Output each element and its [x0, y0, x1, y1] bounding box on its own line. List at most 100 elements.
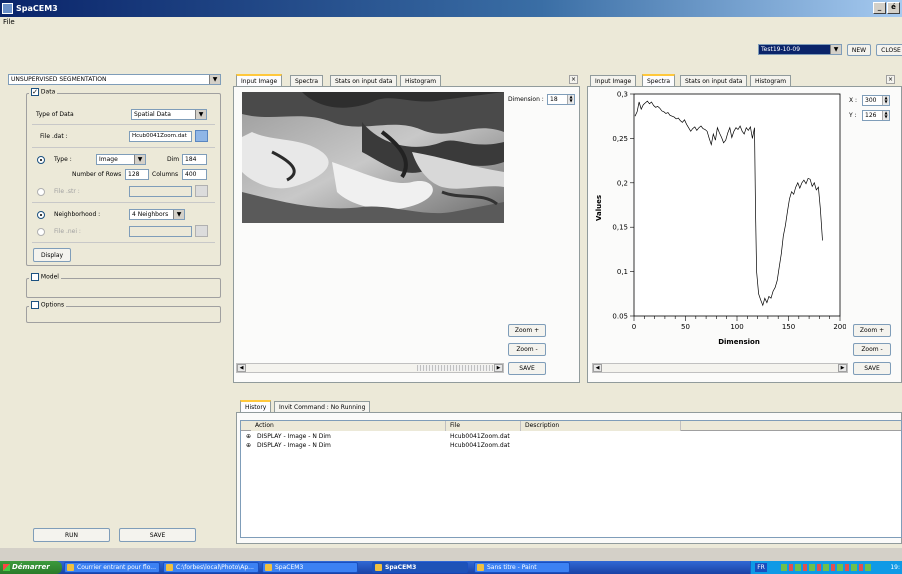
folder-browse-icon[interactable]: [195, 130, 208, 142]
x-coord-spinner[interactable]: 300 ▲ ▼: [862, 95, 890, 106]
scroll-left-icon[interactable]: ◀: [237, 364, 246, 372]
file-str-input[interactable]: [129, 186, 192, 197]
taskbar-item-folder[interactable]: C:\forbes\local\Photo\Ap...: [163, 562, 259, 573]
columns-label: Columns: [152, 171, 179, 178]
file-nei-radio[interactable]: [37, 228, 45, 236]
spinner-arrows-icon[interactable]: ▲ ▼: [567, 95, 574, 104]
column-header-description[interactable]: Description: [521, 421, 681, 431]
scroll-right-icon[interactable]: ▶: [494, 364, 503, 372]
folder-browse-icon[interactable]: [195, 185, 208, 197]
scroll-track: [417, 365, 493, 371]
x-tick-label: 50: [681, 323, 690, 331]
type-radio[interactable]: [37, 156, 45, 164]
y-coord-spinner[interactable]: 126 ▲ ▼: [862, 110, 890, 121]
taskbar-item-spacem3-active[interactable]: SpaCEM3: [372, 562, 468, 573]
taskbar-item-paint[interactable]: Sans titre - Paint: [474, 562, 570, 573]
taskbar-item-spacem3[interactable]: SpaCEM3: [262, 562, 358, 573]
restore-button[interactable]: é: [887, 2, 900, 14]
neighborhood-radio[interactable]: [37, 211, 45, 219]
type-select[interactable]: Image ▼: [96, 154, 146, 165]
spectra-save-button[interactable]: SAVE: [853, 362, 891, 375]
display-button[interactable]: Display: [33, 248, 71, 262]
column-header-action[interactable]: Action: [251, 421, 446, 431]
dim-label: Dim: [167, 156, 180, 163]
close-icon[interactable]: ×: [886, 75, 895, 84]
dim-input[interactable]: 184: [182, 154, 207, 165]
language-indicator[interactable]: FR: [755, 563, 767, 572]
chevron-down-icon: ▼: [195, 110, 206, 119]
neighborhood-select[interactable]: 4 Neighbors ▼: [129, 209, 185, 220]
type-of-data-label: Type of Data: [36, 111, 74, 118]
data-checkbox[interactable]: ✓: [31, 88, 39, 96]
options-group-label: Options: [40, 301, 65, 309]
client-area: Test19-10-09 ▼ NEW CLOSE UNSUPERVISED SE…: [0, 28, 902, 548]
tray-icons[interactable]: [781, 564, 871, 571]
chevron-down-icon: ▼: [173, 210, 184, 219]
y-tick-label: 0,15: [612, 224, 628, 232]
folder-icon: [166, 564, 173, 571]
new-button[interactable]: NEW: [847, 44, 871, 56]
close-icon[interactable]: ×: [569, 75, 578, 84]
model-group-header: Model: [29, 273, 61, 281]
spectra-horizontal-scrollbar[interactable]: ◀ ▶: [592, 363, 848, 373]
table-row[interactable]: ⊕ DISPLAY - Image - N Dim Hcub0041Zoom.d…: [243, 432, 893, 441]
dimension-spinner[interactable]: 18 ▲ ▼: [547, 94, 575, 105]
spectra-zoom-out-button[interactable]: Zoom -: [853, 343, 891, 356]
file-nei-label: File .nei :: [54, 228, 81, 235]
expand-plus-icon[interactable]: ⊕: [246, 441, 251, 450]
dimension-label: Dimension :: [508, 96, 544, 103]
model-group-label: Model: [40, 273, 59, 281]
taskbar-item-label: SpaCEM3: [275, 564, 304, 571]
divider: [32, 147, 215, 148]
start-label: Démarrer: [12, 563, 50, 571]
options-checkbox[interactable]: [31, 301, 39, 309]
rows-input[interactable]: 128: [125, 169, 149, 180]
columns-input[interactable]: 400: [182, 169, 207, 180]
expand-plus-icon[interactable]: ⊕: [246, 432, 251, 441]
scroll-left-icon[interactable]: ◀: [593, 364, 602, 372]
run-button[interactable]: RUN: [33, 528, 110, 542]
zoom-in-button[interactable]: Zoom +: [508, 324, 546, 337]
model-checkbox[interactable]: [31, 273, 39, 281]
y-tick-label: 0.05: [612, 313, 628, 321]
x-tick-label: 150: [782, 323, 795, 331]
taskbar-item-label: C:\forbes\local\Photo\Ap...: [176, 564, 254, 571]
file-str-radio[interactable]: [37, 188, 45, 196]
menu-file[interactable]: File: [3, 18, 15, 26]
table-row[interactable]: ⊕ DISPLAY - Image - N Dim Hcub0041Zoom.d…: [243, 441, 893, 450]
taskbar-item-label: SpaCEM3: [385, 564, 417, 571]
x-tick-label: 0: [632, 323, 636, 331]
scroll-right-icon[interactable]: ▶: [838, 364, 847, 372]
app-icon: [375, 564, 382, 571]
column-header-file[interactable]: File: [446, 421, 521, 431]
y-tick-label: 0,25: [612, 135, 628, 143]
x-axis-label: Dimension: [718, 338, 760, 346]
spinner-arrows-icon[interactable]: ▲ ▼: [882, 111, 889, 120]
options-group-header: Options: [29, 301, 67, 309]
save-button[interactable]: SAVE: [119, 528, 196, 542]
row-action: DISPLAY - Image - N Dim: [257, 433, 331, 440]
type-of-data-value: Spatial Data: [134, 111, 171, 118]
start-button[interactable]: Démarrer: [0, 561, 62, 574]
spectra-zoom-in-button[interactable]: Zoom +: [853, 324, 891, 337]
row-file: Hcub0041Zoom.dat: [450, 433, 510, 440]
spinner-arrows-icon[interactable]: ▲ ▼: [882, 96, 889, 105]
session-select[interactable]: Test19-10-09 ▼: [758, 44, 842, 55]
type-of-data-select[interactable]: Spatial Data ▼: [131, 109, 207, 120]
y-tick-label: 0,2: [617, 179, 628, 187]
save-image-button[interactable]: SAVE: [508, 362, 546, 375]
image-horizontal-scrollbar[interactable]: ◀ ▶: [236, 363, 504, 373]
neighborhood-select-value: 4 Neighbors: [132, 211, 169, 218]
close-session-button[interactable]: CLOSE: [876, 44, 902, 56]
dimension-value: 18: [550, 96, 558, 103]
file-nei-input[interactable]: [129, 226, 192, 237]
method-select[interactable]: UNSUPERVISED SEGMENTATION ▼: [8, 74, 221, 85]
file-dat-input[interactable]: Hcub0041Zoom.dat: [129, 131, 192, 142]
rows-label: Number of Rows: [72, 171, 122, 178]
zoom-out-button[interactable]: Zoom -: [508, 343, 546, 356]
y-coord-value: 126: [865, 112, 877, 119]
folder-browse-icon[interactable]: [195, 225, 208, 237]
minimize-button[interactable]: _: [873, 2, 886, 14]
taskbar-item-mail[interactable]: Courrier entrant pour flo...: [64, 562, 160, 573]
system-tray: FR 19:: [750, 561, 902, 574]
